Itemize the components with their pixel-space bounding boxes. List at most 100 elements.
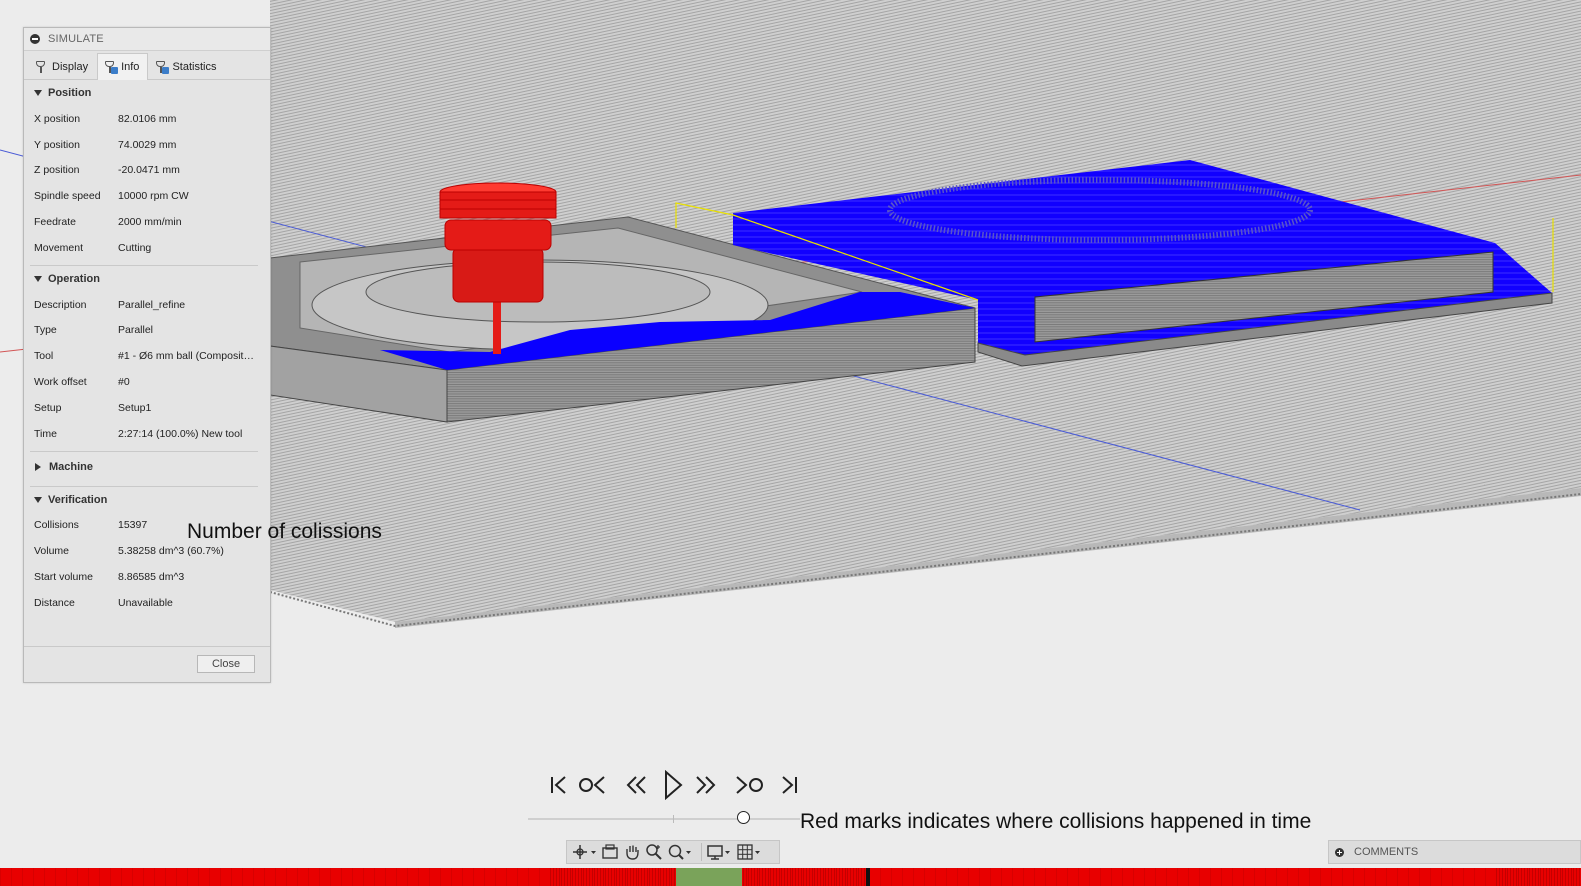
collision-mark — [1571, 868, 1572, 886]
look-at-icon — [602, 844, 618, 859]
collision-mark — [539, 868, 540, 886]
collision-mark — [751, 868, 752, 886]
grid-button[interactable] — [736, 842, 762, 862]
collision-mark — [748, 868, 749, 886]
collision-mark — [1353, 868, 1354, 886]
pan-button[interactable] — [623, 842, 641, 862]
collision-mark — [319, 868, 320, 886]
collision-mark — [550, 868, 551, 886]
info-row: Time 2:27:14 (100.0%) New tool — [30, 421, 258, 447]
info-row: Start volume 8.86585 dm^3 — [30, 564, 258, 590]
collision-mark — [22, 868, 23, 886]
collision-mark — [834, 868, 835, 886]
zoom-button[interactable] — [645, 842, 663, 862]
collision-mark — [559, 868, 560, 886]
collision-mark — [1375, 868, 1376, 886]
collision-mark — [1122, 868, 1123, 886]
timeline-cursor — [866, 868, 870, 886]
fit-button[interactable] — [667, 842, 693, 862]
playback-controls — [544, 768, 804, 802]
close-button[interactable]: Close — [197, 655, 255, 673]
collision-mark — [578, 868, 579, 886]
collision-timeline[interactable] — [0, 868, 1581, 886]
collision-mark — [1510, 868, 1511, 886]
collision-mark — [1386, 868, 1387, 886]
playback-slider-track[interactable] — [528, 815, 800, 823]
collision-mark — [1331, 868, 1332, 886]
panel-header: SIMULATE — [24, 28, 270, 51]
tab-statistics[interactable]: Statistics — [148, 53, 225, 79]
previous-operation-button[interactable] — [578, 768, 608, 802]
collision-mark — [891, 868, 892, 886]
collision-mark — [341, 868, 342, 886]
tab-display[interactable]: Display — [28, 53, 97, 79]
collision-mark — [743, 868, 744, 886]
collision-mark — [658, 868, 659, 886]
section-header-machine[interactable]: Machine — [30, 452, 258, 482]
collision-mark — [625, 868, 626, 886]
display-settings-button[interactable] — [706, 842, 732, 862]
collision-mark — [935, 868, 936, 886]
info-value: Setup1 — [118, 401, 152, 414]
collision-mark — [1199, 868, 1200, 886]
collision-mark — [1551, 868, 1552, 886]
look-at-button[interactable] — [601, 842, 619, 862]
playback-slider-thumb[interactable] — [736, 811, 750, 824]
section-header-position[interactable]: Position — [30, 80, 258, 106]
go-to-start-icon — [551, 776, 566, 794]
section-title: Operation — [48, 272, 100, 285]
step-forward-button[interactable] — [690, 768, 720, 802]
collision-mark — [517, 868, 518, 886]
collision-mark — [1576, 868, 1577, 886]
section-header-operation[interactable]: Operation — [30, 266, 258, 292]
collision-mark — [242, 868, 243, 886]
collision-mark — [608, 868, 609, 886]
collision-mark — [666, 868, 667, 886]
collision-mark — [462, 868, 463, 886]
collision-mark — [795, 868, 796, 886]
section-header-verification[interactable]: Verification — [30, 487, 258, 513]
collision-mark — [770, 868, 771, 886]
collision-mark — [779, 868, 780, 886]
collapse-icon[interactable] — [30, 34, 40, 44]
collision-mark — [913, 868, 914, 886]
collision-mark — [611, 868, 612, 886]
collision-mark — [1265, 868, 1266, 886]
info-value: 2:27:14 (100.0%) New tool — [118, 427, 243, 440]
collision-mark — [110, 868, 111, 886]
step-back-button[interactable] — [622, 768, 652, 802]
collision-mark — [638, 868, 639, 886]
collision-mark — [1089, 868, 1090, 886]
info-row: Z position -20.0471 mm — [30, 158, 258, 184]
step-forward-icon — [696, 776, 716, 794]
collision-mark — [1364, 868, 1365, 886]
collision-mark — [616, 868, 617, 886]
go-to-start-button[interactable] — [544, 768, 574, 802]
info-value: Parallel_refine — [118, 298, 186, 311]
collision-mark — [847, 868, 848, 886]
comments-bar[interactable]: COMMENTS — [1328, 840, 1581, 864]
info-key: Volume — [34, 545, 70, 558]
next-operation-button[interactable] — [734, 768, 764, 802]
annotation-collisions: Number of colissions — [187, 520, 382, 543]
collision-mark — [385, 868, 386, 886]
orbit-button[interactable] — [571, 842, 597, 862]
collision-mark — [253, 868, 254, 886]
collision-mark — [1298, 868, 1299, 886]
tab-statistics-label: Statistics — [172, 60, 217, 73]
collision-mark — [806, 868, 807, 886]
collision-mark — [1513, 868, 1514, 886]
collision-mark — [1188, 868, 1189, 886]
collision-mark — [781, 868, 782, 886]
collision-mark — [440, 868, 441, 886]
play-button[interactable] — [658, 768, 688, 802]
collision-mark — [55, 868, 56, 886]
tab-info[interactable]: Info — [97, 53, 149, 80]
step-back-icon — [626, 776, 646, 794]
section-title: Position — [48, 87, 92, 99]
zoom-icon — [646, 844, 662, 860]
info-value: Parallel — [118, 324, 154, 337]
go-to-end-button[interactable] — [774, 768, 804, 802]
add-comment-icon[interactable] — [1335, 847, 1344, 857]
collision-mark — [765, 868, 766, 886]
